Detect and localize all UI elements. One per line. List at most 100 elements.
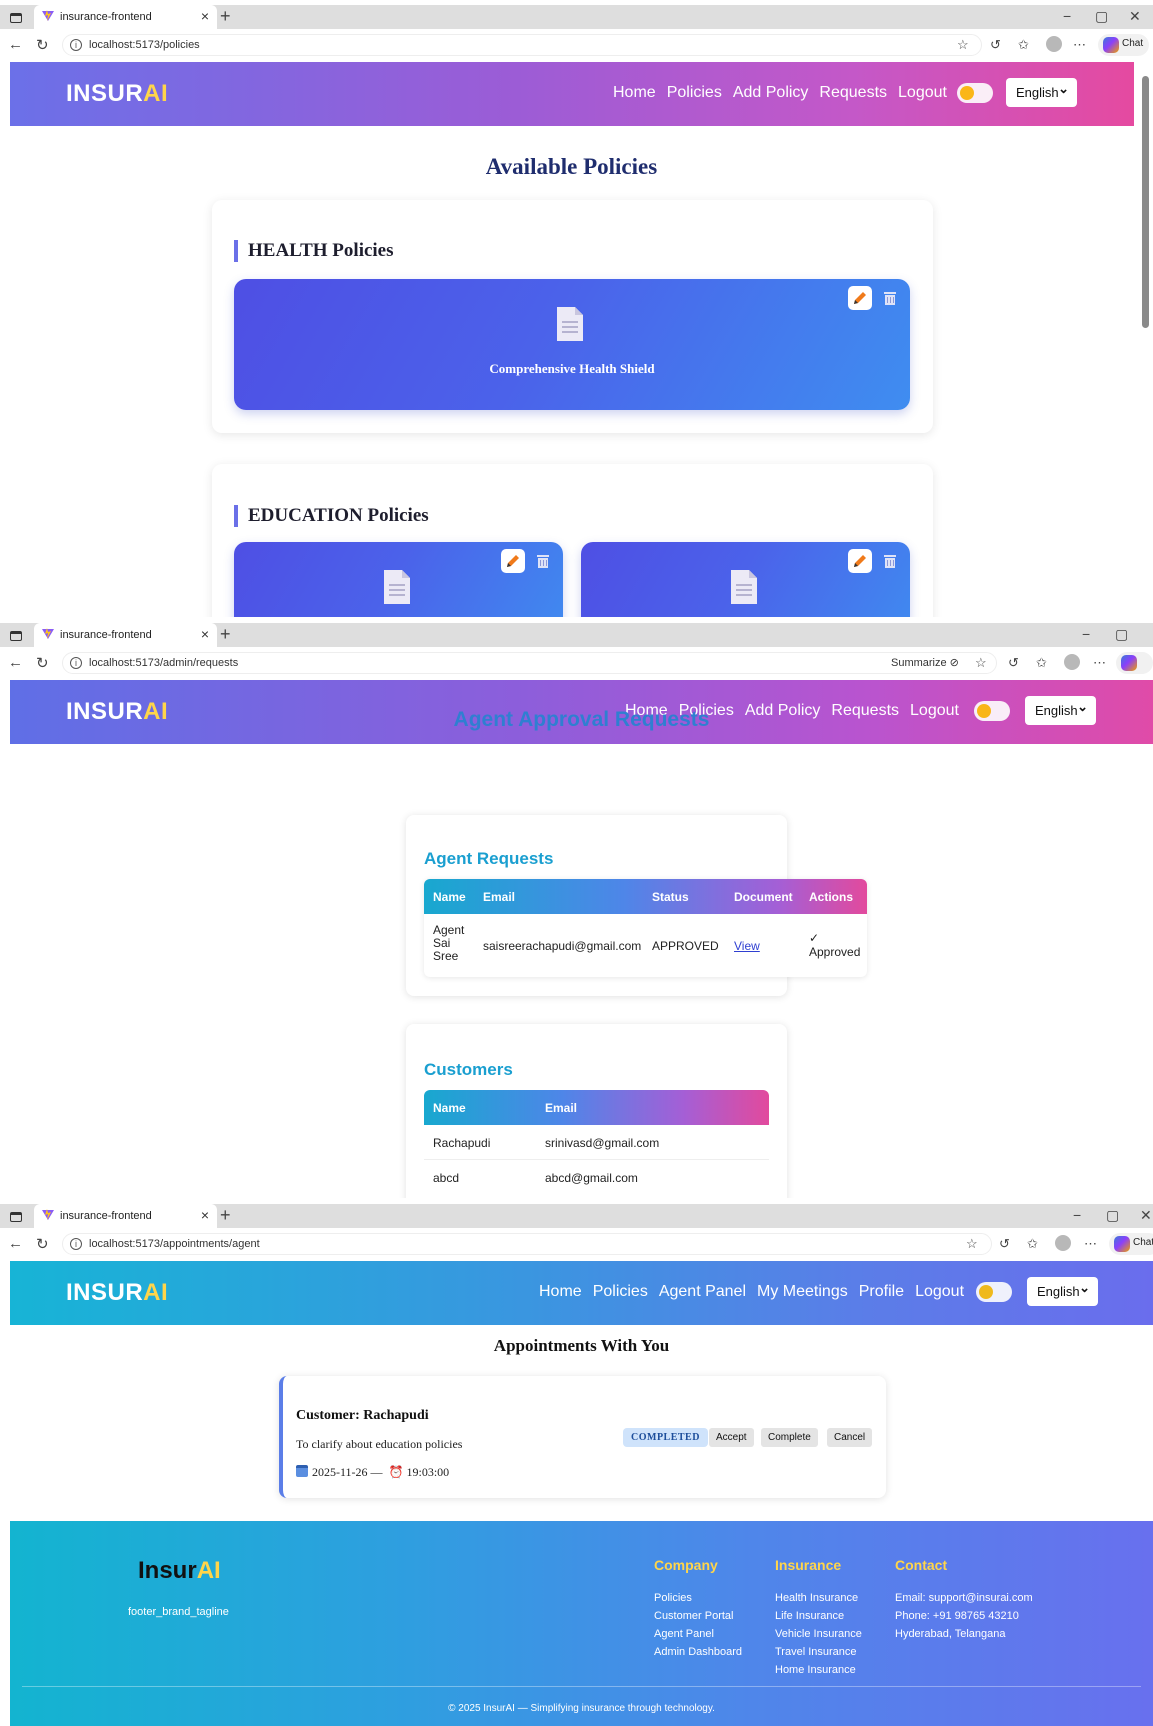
footer-link[interactable]: Vehicle Insurance bbox=[775, 1625, 862, 1643]
nav-policies[interactable]: Policies bbox=[667, 84, 722, 102]
tab-actions-icon[interactable] bbox=[10, 1212, 22, 1222]
reload-icon[interactable]: ↻ bbox=[36, 36, 49, 54]
back-icon[interactable]: ← bbox=[8, 654, 23, 671]
nav-profile[interactable]: Profile bbox=[859, 1283, 904, 1301]
nav-policies[interactable]: Policies bbox=[593, 1283, 648, 1301]
site-info-icon[interactable]: i bbox=[70, 657, 82, 669]
browser-tab[interactable]: insurance-frontend × bbox=[34, 1204, 217, 1228]
nav-home[interactable]: Home bbox=[613, 84, 656, 102]
nav-logout[interactable]: Logout bbox=[898, 84, 947, 102]
reload-icon[interactable]: ↻ bbox=[36, 654, 49, 672]
profile-icon[interactable] bbox=[1055, 1235, 1071, 1251]
edit-policy-button[interactable] bbox=[848, 286, 872, 310]
theme-toggle[interactable] bbox=[976, 1282, 1012, 1302]
nav-home[interactable]: Home bbox=[539, 1283, 582, 1301]
copilot-chat-button[interactable]: Chat bbox=[1098, 34, 1150, 56]
footer-link[interactable]: Customer Portal bbox=[654, 1607, 742, 1625]
footer-link[interactable]: Agent Panel bbox=[654, 1625, 742, 1643]
policy-card[interactable] bbox=[581, 542, 910, 617]
new-tab-icon[interactable]: + bbox=[220, 624, 231, 645]
more-menu-icon[interactable]: ⋯ bbox=[1073, 37, 1086, 53]
column-header[interactable]: Document bbox=[734, 890, 793, 904]
tab-actions-icon[interactable] bbox=[10, 631, 22, 641]
restore-icon[interactable]: ▢ bbox=[1095, 8, 1108, 25]
refresh-extension-icon[interactable]: ↺ bbox=[1008, 655, 1019, 671]
browser-tab[interactable]: insurance-frontend × bbox=[34, 623, 217, 647]
footer-link[interactable]: Life Insurance bbox=[775, 1607, 862, 1625]
restore-icon[interactable]: ▢ bbox=[1106, 1207, 1119, 1224]
minimize-icon[interactable]: − bbox=[1063, 8, 1071, 24]
url-field[interactable]: i localhost:5173/policies bbox=[62, 34, 982, 56]
favorites-icon[interactable]: ✩ bbox=[1018, 37, 1029, 53]
edit-policy-button[interactable] bbox=[501, 549, 525, 573]
back-icon[interactable]: ← bbox=[8, 1235, 23, 1252]
footer-link[interactable]: Travel Insurance bbox=[775, 1643, 862, 1661]
browser-tab[interactable]: insurance-frontend × bbox=[34, 5, 217, 29]
nav-requests[interactable]: Requests bbox=[819, 84, 887, 102]
trash-icon[interactable] bbox=[883, 290, 897, 306]
trash-icon[interactable] bbox=[536, 553, 550, 569]
view-document-link[interactable]: View bbox=[734, 939, 760, 953]
footer-link[interactable]: Health Insurance bbox=[775, 1589, 862, 1607]
policy-card[interactable] bbox=[234, 542, 563, 617]
accept-button[interactable]: Accept bbox=[709, 1428, 754, 1447]
trash-icon[interactable] bbox=[883, 553, 897, 569]
scrollbar-thumb[interactable] bbox=[1142, 76, 1149, 328]
language-select[interactable]: English bbox=[1006, 78, 1077, 107]
site-info-icon[interactable]: i bbox=[70, 39, 82, 51]
cancel-button[interactable]: Cancel bbox=[827, 1428, 873, 1447]
close-tab-icon[interactable]: × bbox=[201, 8, 209, 24]
more-menu-icon[interactable]: ⋯ bbox=[1093, 655, 1106, 671]
language-select[interactable]: English bbox=[1027, 1277, 1098, 1306]
summarize-button[interactable]: Summarize ⊘ bbox=[891, 656, 959, 669]
policy-card[interactable]: Comprehensive Health Shield bbox=[234, 279, 910, 410]
column-header[interactable]: Name bbox=[433, 890, 466, 904]
minimize-icon[interactable]: − bbox=[1073, 1207, 1081, 1223]
url-field[interactable]: i localhost:5173/appointments/agent bbox=[62, 1233, 992, 1255]
close-window-icon[interactable]: ✕ bbox=[1140, 1207, 1152, 1224]
close-tab-icon[interactable]: × bbox=[201, 626, 209, 642]
close-tab-icon[interactable]: × bbox=[201, 1207, 209, 1223]
new-tab-icon[interactable]: + bbox=[220, 1205, 231, 1226]
close-window-icon[interactable]: ✕ bbox=[1129, 8, 1141, 25]
favorites-icon[interactable]: ✩ bbox=[1027, 1236, 1038, 1252]
favorite-star-icon[interactable]: ☆ bbox=[966, 1236, 978, 1252]
profile-icon[interactable] bbox=[1064, 654, 1080, 670]
footer-link[interactable]: Home Insurance bbox=[775, 1661, 862, 1679]
favorites-icon[interactable]: ✩ bbox=[1036, 655, 1047, 671]
restore-icon[interactable]: ▢ bbox=[1115, 626, 1128, 643]
column-header[interactable]: Email bbox=[545, 1101, 577, 1115]
column-header[interactable]: Email bbox=[483, 890, 515, 904]
minimize-icon[interactable]: − bbox=[1082, 626, 1090, 642]
back-icon[interactable]: ← bbox=[8, 36, 23, 53]
nav-logout[interactable]: Logout bbox=[915, 1283, 964, 1301]
nav-my-meetings[interactable]: My Meetings bbox=[757, 1283, 848, 1301]
theme-toggle[interactable] bbox=[957, 83, 993, 103]
profile-icon[interactable] bbox=[1046, 36, 1062, 52]
new-tab-icon[interactable]: + bbox=[220, 6, 231, 27]
site-info-icon[interactable]: i bbox=[70, 1238, 82, 1250]
edit-policy-button[interactable] bbox=[848, 549, 872, 573]
copilot-chat-button[interactable]: Chat bbox=[1109, 1233, 1153, 1255]
tab-actions-icon[interactable] bbox=[10, 13, 22, 23]
footer-link[interactable]: Policies bbox=[654, 1589, 742, 1607]
favorite-star-icon[interactable]: ☆ bbox=[975, 655, 987, 671]
brand-logo[interactable]: INSURAI bbox=[66, 80, 168, 108]
refresh-extension-icon[interactable]: ↺ bbox=[990, 37, 1001, 53]
column-header[interactable]: Actions bbox=[809, 890, 853, 904]
page-scrollbar[interactable] bbox=[1142, 62, 1149, 610]
more-menu-icon[interactable]: ⋯ bbox=[1084, 1236, 1097, 1252]
column-header[interactable]: Status bbox=[652, 890, 689, 904]
column-header[interactable]: Name bbox=[433, 1101, 466, 1115]
url-field[interactable]: i localhost:5173/admin/requests bbox=[62, 652, 997, 674]
complete-button[interactable]: Complete bbox=[761, 1428, 818, 1447]
nav-add-policy[interactable]: Add Policy bbox=[733, 84, 809, 102]
footer-brand[interactable]: InsurAI bbox=[138, 1557, 221, 1585]
brand-logo[interactable]: INSURAI bbox=[66, 1279, 168, 1307]
footer-link[interactable]: Admin Dashboard bbox=[654, 1643, 742, 1661]
reload-icon[interactable]: ↻ bbox=[36, 1235, 49, 1253]
copilot-chat-button[interactable] bbox=[1116, 652, 1153, 674]
refresh-extension-icon[interactable]: ↺ bbox=[999, 1236, 1010, 1252]
nav-agent-panel[interactable]: Agent Panel bbox=[659, 1283, 746, 1301]
favorite-star-icon[interactable]: ☆ bbox=[957, 37, 969, 53]
